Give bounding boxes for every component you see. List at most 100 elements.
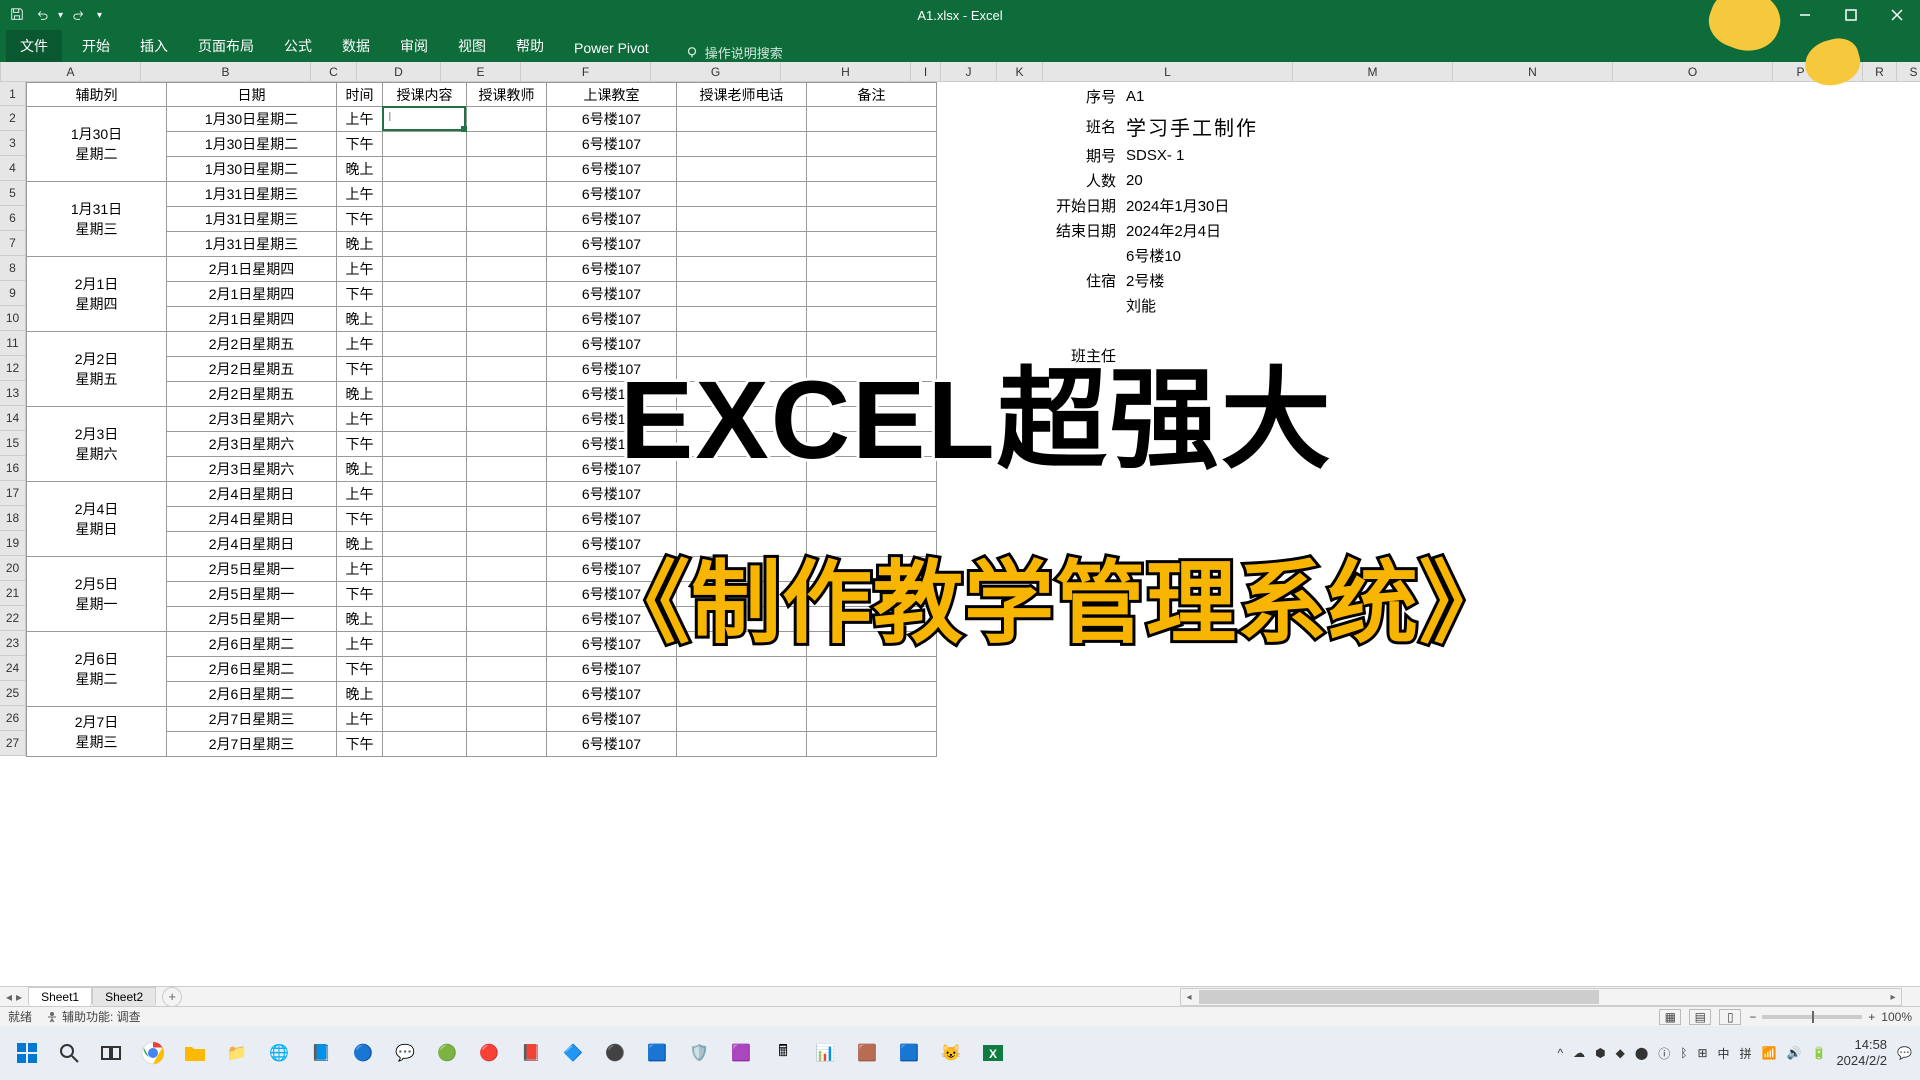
aux-cell[interactable]: 2月6日 星期二 — [27, 632, 167, 707]
tab-insert[interactable]: 插入 — [126, 30, 182, 62]
close-icon[interactable] — [1874, 0, 1920, 30]
tab-file[interactable]: 文件 — [6, 30, 62, 62]
column-header-S[interactable]: S — [1897, 62, 1920, 81]
data-cell[interactable]: 1月30日星期二 — [167, 107, 337, 132]
data-cell[interactable] — [383, 282, 467, 307]
row-header-9[interactable]: 9 — [0, 281, 26, 306]
data-cell[interactable] — [807, 157, 937, 182]
column-header-M[interactable]: M — [1293, 62, 1453, 81]
data-cell[interactable] — [807, 682, 937, 707]
row-header-10[interactable]: 10 — [0, 306, 26, 331]
aux-cell[interactable]: 1月31日 星期三 — [27, 182, 167, 257]
data-cell[interactable] — [677, 157, 807, 182]
tray-icon[interactable]: ⊞ — [1697, 1046, 1707, 1060]
row-header-26[interactable]: 26 — [0, 706, 26, 731]
sheet-nav-last-icon[interactable]: ▸ — [16, 990, 22, 1004]
row-header-8[interactable]: 8 — [0, 256, 26, 281]
tray-chevron-icon[interactable]: ^ — [1557, 1046, 1563, 1060]
data-cell[interactable] — [383, 232, 467, 257]
data-cell[interactable]: 6号楼107 — [547, 507, 677, 532]
data-cell[interactable] — [677, 507, 807, 532]
data-cell[interactable] — [677, 132, 807, 157]
zoom-out-button[interactable]: − — [1749, 1010, 1756, 1024]
row-header-12[interactable]: 12 — [0, 356, 26, 381]
data-cell[interactable]: 晚上 — [337, 607, 383, 632]
tab-layout[interactable]: 页面布局 — [184, 30, 268, 62]
app-icon[interactable]: 🔴 — [470, 1034, 508, 1072]
data-cell[interactable] — [467, 157, 547, 182]
app-icon[interactable]: 💬 — [386, 1034, 424, 1072]
data-cell[interactable]: 6号楼107 — [547, 657, 677, 682]
data-cell[interactable] — [383, 482, 467, 507]
page-break-view-icon[interactable]: ▯ — [1719, 1009, 1741, 1025]
notifications-icon[interactable]: 💬 — [1897, 1046, 1912, 1060]
data-cell[interactable]: 2月2日星期五 — [167, 382, 337, 407]
data-cell[interactable]: 2月5日星期一 — [167, 557, 337, 582]
data-cell[interactable] — [467, 232, 547, 257]
tab-data[interactable]: 数据 — [328, 30, 384, 62]
tab-help[interactable]: 帮助 — [502, 30, 558, 62]
zoom-level[interactable]: 100% — [1881, 1010, 1912, 1024]
column-header-A[interactable]: A — [1, 62, 141, 81]
data-cell[interactable] — [467, 207, 547, 232]
data-cell[interactable] — [383, 357, 467, 382]
volume-icon[interactable]: 🔊 — [1787, 1046, 1802, 1060]
aux-cell[interactable]: 2月7日 星期三 — [27, 707, 167, 757]
app-icon[interactable]: 🛡️ — [680, 1034, 718, 1072]
aux-cell[interactable]: 2月1日 星期四 — [27, 257, 167, 332]
data-cell[interactable] — [677, 182, 807, 207]
column-header-F[interactable]: F — [521, 62, 651, 81]
tray-icon[interactable]: ⬤ — [1635, 1046, 1648, 1060]
tell-me-search[interactable]: 操作说明搜索 — [685, 43, 783, 62]
data-cell[interactable]: 晚上 — [337, 382, 383, 407]
row-header-3[interactable]: 3 — [0, 131, 26, 156]
data-cell[interactable]: 2月2日星期五 — [167, 357, 337, 382]
data-cell[interactable] — [467, 382, 547, 407]
column-header-H[interactable]: H — [781, 62, 911, 81]
data-cell[interactable]: 下午 — [337, 207, 383, 232]
data-cell[interactable]: 6号楼107 — [547, 157, 677, 182]
data-cell[interactable]: 下午 — [337, 582, 383, 607]
data-cell[interactable] — [383, 707, 467, 732]
data-cell[interactable] — [807, 282, 937, 307]
data-cell[interactable]: 上午 — [337, 707, 383, 732]
select-all-triangle[interactable] — [0, 62, 1, 81]
accessibility-status[interactable]: 辅助功能: 调查 — [46, 1008, 141, 1025]
data-cell[interactable]: 2月6日星期二 — [167, 682, 337, 707]
data-cell[interactable]: 2月3日星期六 — [167, 407, 337, 432]
data-cell[interactable]: 2月5日星期一 — [167, 582, 337, 607]
row-header-4[interactable]: 4 — [0, 156, 26, 181]
onedrive-icon[interactable]: ☁ — [1573, 1046, 1585, 1060]
data-cell[interactable]: 上午 — [337, 107, 383, 132]
data-cell[interactable]: 下午 — [337, 357, 383, 382]
table-header[interactable]: 上课教室 — [547, 83, 677, 107]
data-cell[interactable]: 1月31日星期三 — [167, 232, 337, 257]
sheet-tab-2[interactable]: Sheet2 — [92, 987, 156, 1006]
app-icon[interactable]: 📘 — [302, 1034, 340, 1072]
data-cell[interactable]: 下午 — [337, 507, 383, 532]
data-cell[interactable] — [383, 157, 467, 182]
data-cell[interactable]: 下午 — [337, 282, 383, 307]
bluetooth-icon[interactable]: ᛒ — [1680, 1046, 1687, 1060]
data-cell[interactable] — [807, 307, 937, 332]
data-cell[interactable] — [467, 707, 547, 732]
table-header[interactable]: 授课老师电话 — [677, 83, 807, 107]
data-cell[interactable]: 6号楼107 — [547, 207, 677, 232]
data-cell[interactable] — [677, 707, 807, 732]
data-cell[interactable] — [383, 607, 467, 632]
table-header[interactable]: 授课内容 — [383, 83, 467, 107]
data-cell[interactable] — [383, 732, 467, 757]
scroll-right-icon[interactable]: ▸ — [1885, 989, 1901, 1005]
data-cell[interactable] — [467, 482, 547, 507]
data-cell[interactable] — [677, 307, 807, 332]
row-header-25[interactable]: 25 — [0, 681, 26, 706]
data-cell[interactable] — [383, 332, 467, 357]
data-cell[interactable]: 上午 — [337, 482, 383, 507]
data-cell[interactable] — [807, 707, 937, 732]
app-icon[interactable]: 🟦 — [890, 1034, 928, 1072]
column-header-B[interactable]: B — [141, 62, 311, 81]
data-cell[interactable] — [807, 232, 937, 257]
tab-home[interactable]: 开始 — [68, 30, 124, 62]
aux-cell[interactable]: 2月4日 星期日 — [27, 482, 167, 557]
tray-icon[interactable]: ◆ — [1616, 1046, 1625, 1060]
